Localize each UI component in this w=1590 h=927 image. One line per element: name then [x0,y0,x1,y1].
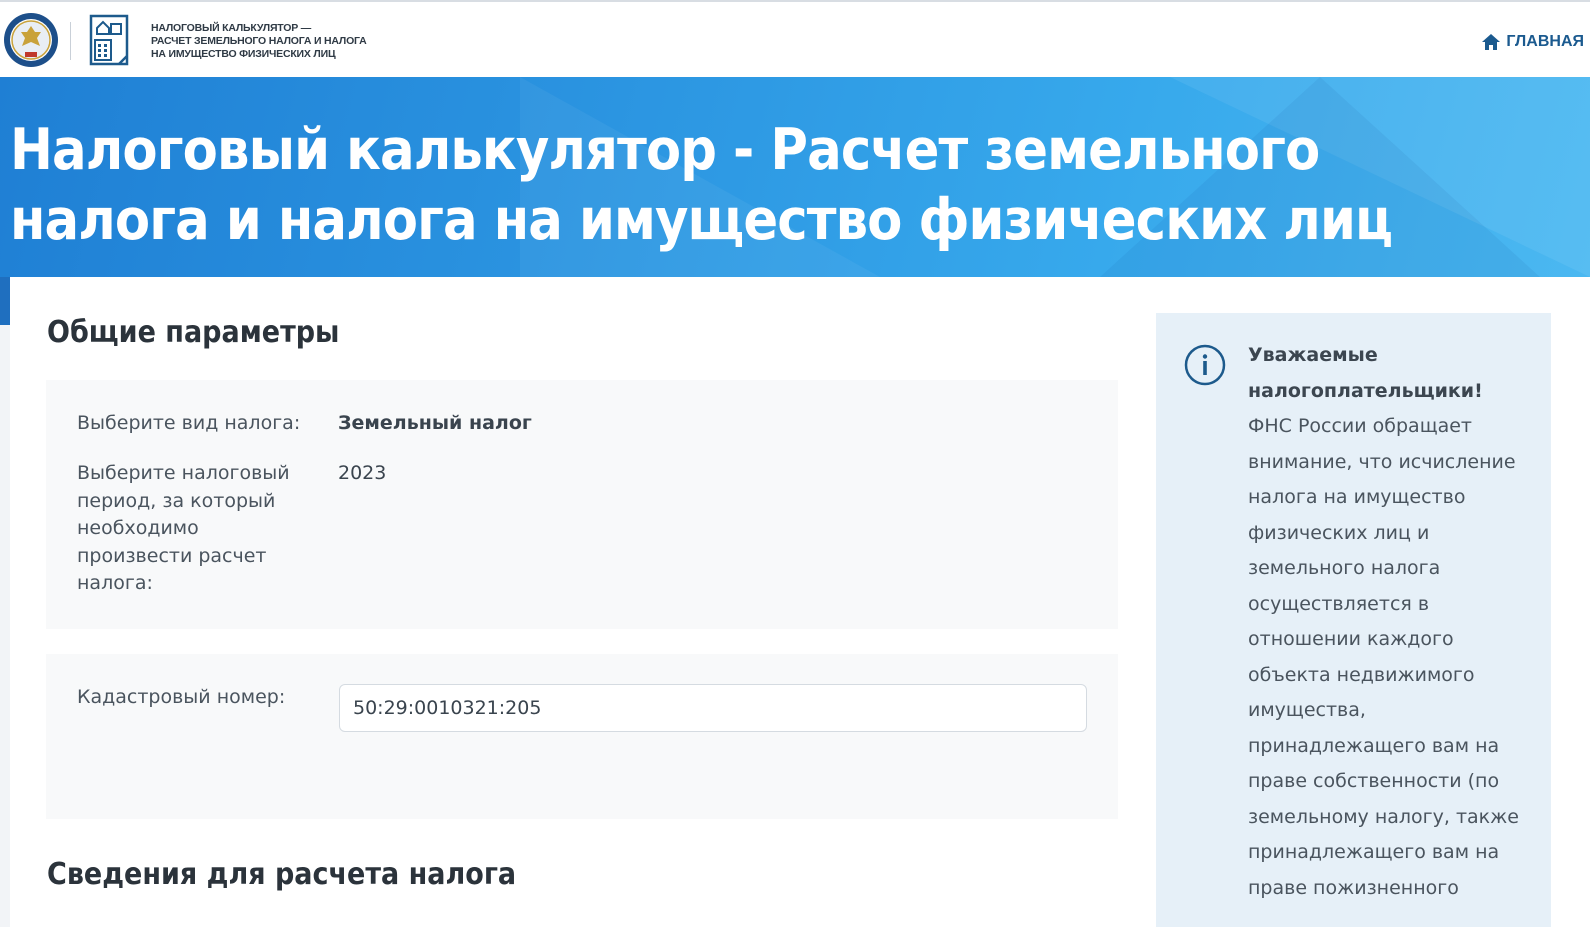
header-divider [70,22,71,60]
general-params-card: Выберите вид налога: Земельный налог Выб… [46,380,1118,629]
info-notice-text: Уважаемые налогоплательщики! ФНС России … [1248,338,1538,906]
tax-period-label: Выберите налоговый период, за который не… [77,462,290,594]
cadastral-number-label: Кадастровый номер: [77,686,286,708]
tax-period-select[interactable]: 2023 [338,460,386,488]
banner-edge [0,277,10,325]
nav-home-label: ГЛАВНАЯ [1506,33,1584,50]
hero-banner: Налоговый калькулятор - Расчет земельног… [0,77,1590,277]
site-header: НАЛОГОВЫЙ КАЛЬКУЛЯТОР — РАСЧЕТ ЗЕМЕЛЬНОГ… [0,0,1590,77]
section-title-calc-info: Сведения для расчета налога [47,857,517,892]
tax-type-label: Выберите вид налога: [77,412,301,434]
header-title-line-3: НА ИМУЩЕСТВО ФИЗИЧЕСКИХ ЛИЦ [151,48,336,60]
fns-emblem-icon[interactable] [3,12,59,68]
tax-type-select[interactable]: Земельный налог [338,410,532,438]
nav-home-link[interactable]: ГЛАВНАЯ [1482,30,1584,54]
header-title: НАЛОГОВЫЙ КАЛЬКУЛЯТОР — РАСЧЕТ ЗЕМЕЛЬНОГ… [151,22,381,61]
header-title-line-1: НАЛОГОВЫЙ КАЛЬКУЛЯТОР — [151,22,312,34]
page-title: Налоговый калькулятор - Расчет земельног… [10,117,1393,253]
cadastral-card: Кадастровый номер: [46,654,1118,819]
info-greeting: Уважаемые налогоплательщики! [1248,344,1483,402]
section-title-general: Общие параметры [47,315,340,350]
header-title-line-2: РАСЧЕТ ЗЕМЕЛЬНОГО НАЛОГА И НАЛОГА [151,35,367,47]
info-icon [1184,344,1226,386]
info-body: ФНС России обращает внимание, что исчисл… [1248,415,1519,899]
home-icon [1482,34,1501,50]
calculator-document-icon[interactable] [89,14,131,68]
info-notice-panel: Уважаемые налогоплательщики! ФНС России … [1156,313,1551,927]
cadastral-number-input[interactable] [339,684,1087,732]
